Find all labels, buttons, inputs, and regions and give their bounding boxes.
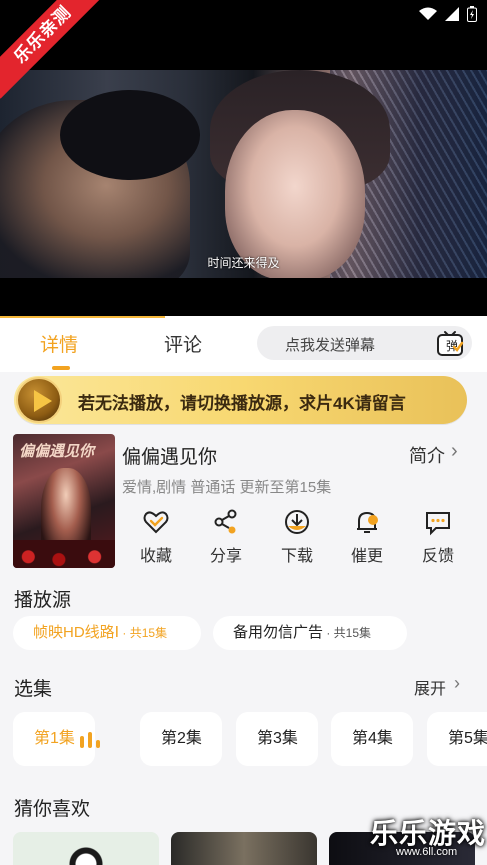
danmaku-toggle-icon[interactable]: 弹	[436, 329, 464, 357]
feedback-button[interactable]: 反馈	[410, 508, 466, 566]
signal-icon	[445, 7, 459, 21]
source-chip-backup[interactable]: 备用勿信广告 · 共15集	[213, 616, 407, 650]
sources-title: 播放源	[14, 590, 72, 611]
episode-item-active[interactable]: 第1集	[13, 712, 100, 766]
video-player[interactable]: 时间还来得及 乐乐亲测	[0, 0, 487, 316]
share-icon	[214, 509, 237, 534]
video-figure-left-hair	[60, 90, 200, 180]
episode-item[interactable]: 第5集	[427, 712, 487, 766]
feedback-icon	[426, 512, 450, 536]
video-figure-right-face	[225, 110, 365, 278]
poster-roses	[13, 540, 115, 568]
source-chip-primary[interactable]: 帧映HD线路Ⅰ · 共15集	[13, 616, 201, 650]
show-poster[interactable]: 偏偏遇见你	[13, 434, 115, 568]
episode-item[interactable]: 第2集	[140, 712, 222, 766]
notice-banner-text: 若无法播放，请切换播放源，求片4K请留言	[78, 394, 406, 413]
tab-comment[interactable]: 评论	[164, 330, 202, 357]
chevron-right-icon[interactable]: ›	[451, 440, 458, 463]
feedback-label: 反馈	[421, 548, 454, 565]
favorite-label: 收藏	[139, 548, 172, 565]
video-subtitle: 时间还来得及	[207, 256, 280, 270]
episode-label: 第1集	[34, 730, 75, 747]
remind-update-label: 催更	[350, 548, 383, 565]
show-meta: 爱情,剧情 普通话 更新至第15集	[122, 479, 332, 496]
bell-icon	[357, 511, 378, 533]
episode-item[interactable]: 第4集	[331, 712, 413, 766]
play-circle-icon	[16, 377, 62, 423]
danmaku-input[interactable]: 点我发送弹幕 弹	[257, 326, 472, 360]
episode-item[interactable]: 第3集	[236, 712, 318, 766]
download-button[interactable]: 下载	[269, 508, 325, 566]
remind-update-button[interactable]: 催更	[339, 508, 395, 566]
favorite-button[interactable]: 收藏	[128, 508, 184, 566]
episodes-title: 选集	[14, 679, 53, 700]
poster-title: 偏偏遇见你	[19, 443, 95, 460]
wifi-icon	[419, 7, 437, 20]
episode-label: 第4集	[352, 730, 393, 747]
recommend-card[interactable]	[13, 832, 159, 865]
source-name: 帧映HD线路Ⅰ	[33, 624, 120, 641]
recommend-title: 猜你喜欢	[14, 799, 91, 820]
tab-detail[interactable]: 详情	[40, 330, 78, 357]
share-label: 分享	[209, 548, 242, 565]
episode-label: 第5集	[448, 730, 487, 747]
status-bar	[419, 6, 477, 22]
source-count: · 共15集	[323, 626, 372, 640]
battery-charging-icon	[467, 6, 477, 22]
heart-check-icon	[143, 511, 169, 534]
episode-label: 第3集	[257, 730, 298, 747]
source-count: · 共15集	[119, 626, 168, 640]
danmaku-placeholder: 点我发送弹幕	[285, 337, 376, 354]
show-title: 偏偏遇见你	[122, 447, 218, 468]
video-frame[interactable]	[0, 70, 487, 278]
notice-banner[interactable]: 若无法播放，请切换播放源，求片4K请留言	[14, 376, 467, 424]
source-name: 备用勿信广告	[233, 624, 324, 641]
chevron-right-icon[interactable]: ›	[454, 673, 460, 694]
action-bar: 收藏 分享 下载 催更 反馈	[122, 508, 474, 570]
show-info: 偏偏遇见你 偏偏遇见你 简介 › 爱情,剧情 普通话 更新至第15集 收藏 分享…	[0, 428, 487, 576]
share-button[interactable]: 分享	[198, 508, 254, 566]
download-icon	[285, 510, 309, 534]
watermark-url: www.6ll.com	[396, 846, 458, 858]
intro-link[interactable]: 简介	[409, 442, 445, 468]
now-playing-icon	[80, 732, 104, 748]
episode-list: 第1集 第2集 第3集 第4集 第5集	[0, 712, 487, 766]
download-label: 下载	[280, 548, 313, 565]
episode-label: 第2集	[161, 730, 202, 747]
recommend-card[interactable]	[171, 832, 317, 865]
tab-active-indicator	[52, 366, 70, 370]
video-progress-bar[interactable]	[0, 316, 165, 318]
expand-episodes-link[interactable]: 展开	[414, 675, 446, 699]
tab-bar: 详情 评论 点我发送弹幕 弹	[0, 316, 487, 372]
